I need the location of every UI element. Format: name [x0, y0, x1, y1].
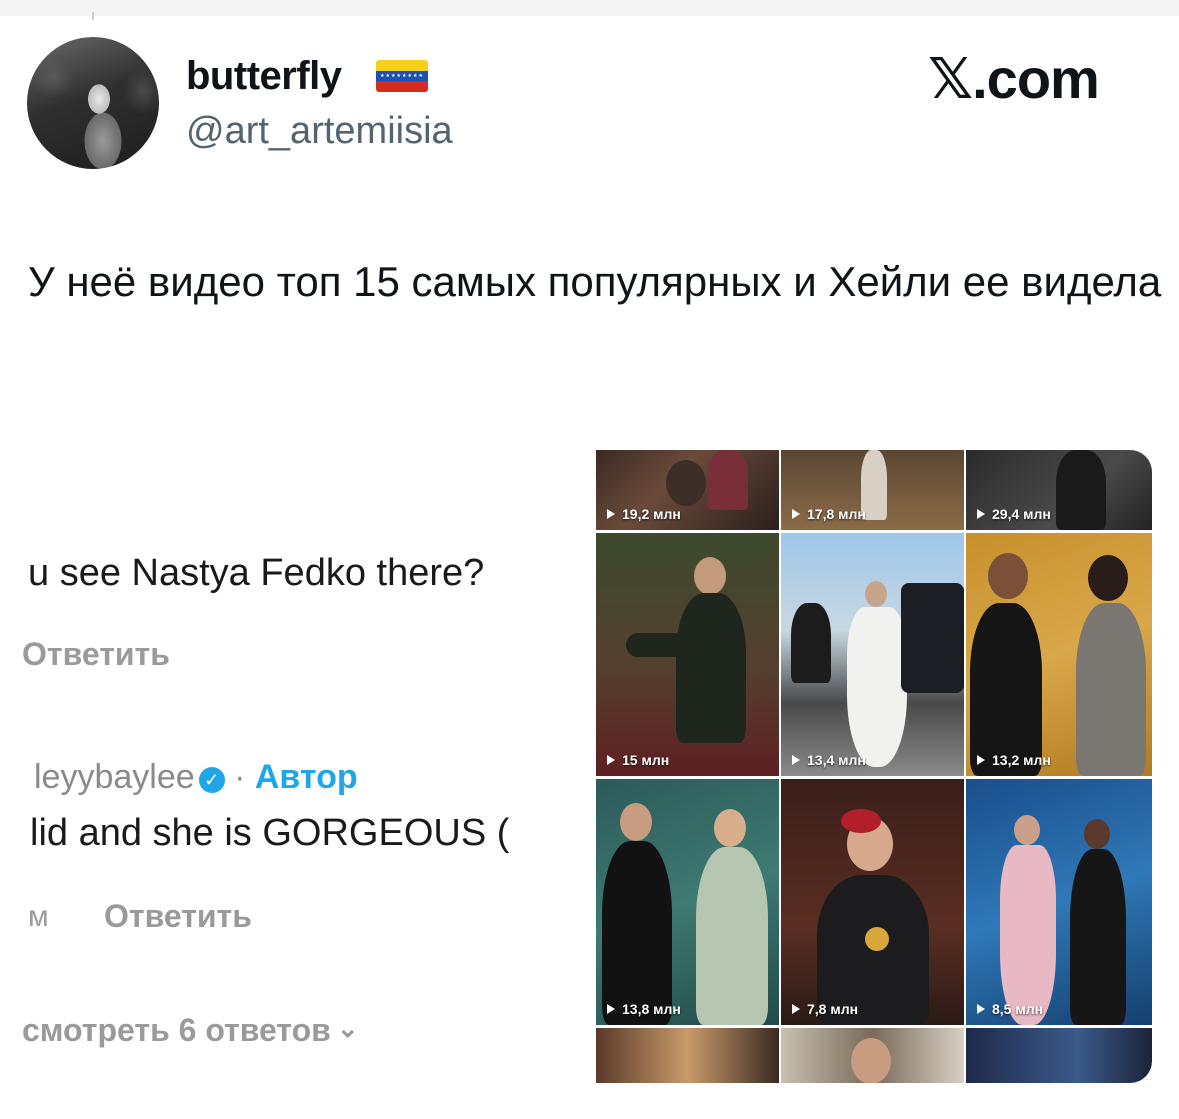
reply-link: Ответить	[22, 636, 170, 672]
play-icon	[791, 754, 801, 766]
play-icon	[791, 1003, 801, 1015]
video-grid: 19,2 млн 17,8 млн 29,4 млн 15 млн 13,4 м…	[596, 450, 1152, 1083]
play-icon	[976, 1003, 986, 1015]
reply-link-2: Ответить	[104, 898, 252, 934]
top-strip	[0, 0, 1179, 20]
user-handle[interactable]: @art_artemiisia	[186, 110, 453, 153]
author-row: leyybaylee ✓ · Автор	[34, 758, 358, 797]
tweet-text: У неё видео топ 15 самых популярных и Хе…	[28, 258, 1162, 305]
view-count: 29,4 млн	[976, 506, 1051, 522]
chevron-down-icon: ⌄	[336, 1013, 359, 1043]
divider	[92, 12, 94, 20]
video-thumb[interactable]	[596, 1028, 779, 1083]
display-name[interactable]: butterfly	[186, 54, 342, 99]
view-count: 15 млн	[606, 752, 669, 768]
time-label: м	[28, 900, 49, 933]
avatar[interactable]	[27, 37, 159, 169]
view-count: 7,8 млн	[791, 1001, 858, 1017]
play-icon	[976, 754, 986, 766]
author-comment-text: lid and she is GORGEOUS (	[30, 812, 510, 854]
author-separator: ·	[224, 758, 255, 796]
video-thumb[interactable]: 19,2 млн	[596, 450, 779, 530]
venezuela-flag-icon: ★★★★★★★★	[376, 60, 428, 92]
view-count: 13,2 млн	[976, 752, 1051, 768]
video-thumb[interactable]: 8,5 млн	[966, 779, 1152, 1025]
view-replies-text: смотреть 6 ответов	[22, 1012, 331, 1048]
play-icon	[606, 754, 616, 766]
view-count: 13,4 млн	[791, 752, 866, 768]
video-thumb[interactable]: 7,8 млн	[781, 779, 964, 1025]
x-logo: 𝕏.com	[928, 47, 1100, 110]
author-username: leyybaylee	[34, 758, 195, 796]
video-thumb[interactable]	[781, 1028, 964, 1083]
video-thumb[interactable]	[966, 1028, 1152, 1083]
play-icon	[976, 508, 986, 520]
video-thumb[interactable]: 15 млн	[596, 533, 779, 776]
view-count: 17,8 млн	[791, 506, 866, 522]
view-count: 13,8 млн	[606, 1001, 681, 1017]
author-label: Автор	[254, 758, 358, 796]
video-thumb[interactable]: 17,8 млн	[781, 450, 964, 530]
media-image[interactable]: 19,2 млн 17,8 млн 29,4 млн 15 млн 13,4 м…	[596, 450, 1152, 1083]
video-thumb[interactable]: 29,4 млн	[966, 450, 1152, 530]
video-thumb[interactable]: 13,2 млн	[966, 533, 1152, 776]
view-count: 19,2 млн	[606, 506, 681, 522]
play-icon	[791, 508, 801, 520]
video-thumb[interactable]: 13,8 млн	[596, 779, 779, 1025]
play-icon	[606, 508, 616, 520]
verified-icon: ✓	[198, 767, 225, 793]
comment-text: u see Nastya Fedko there?	[28, 552, 485, 594]
video-thumb[interactable]: 13,4 млн	[781, 533, 964, 776]
view-count: 8,5 млн	[976, 1001, 1043, 1017]
view-replies-row: смотреть 6 ответов ⌄	[22, 1012, 359, 1049]
play-icon	[606, 1003, 616, 1015]
